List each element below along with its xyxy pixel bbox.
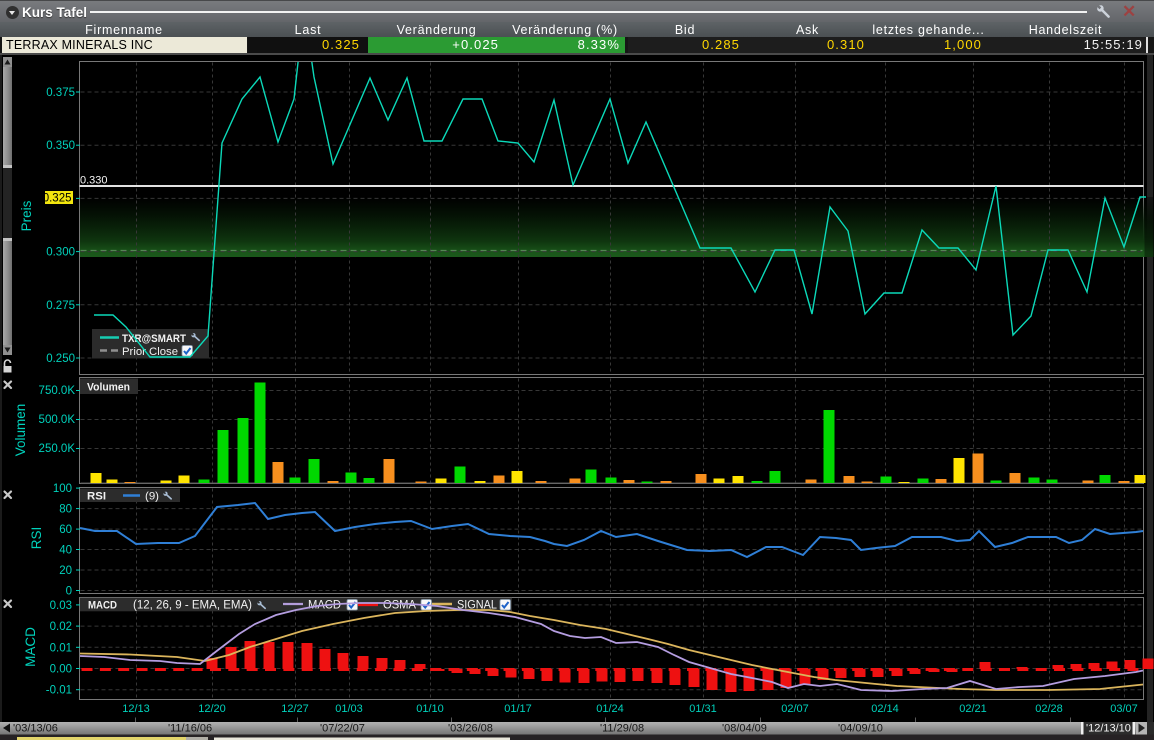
svg-text:60: 60 (59, 524, 72, 536)
svg-text:OSMA: OSMA (383, 600, 416, 612)
svg-text:(12, 26, 9 - EMA, EMA): (12, 26, 9 - EMA, EMA) (133, 600, 252, 612)
svg-text:01/17: 01/17 (504, 703, 532, 715)
svg-text:0.01: 0.01 (50, 642, 72, 654)
svg-text:02/28: 02/28 (1035, 703, 1063, 715)
svg-text:02/07: 02/07 (781, 703, 809, 715)
svg-text:12/20: 12/20 (198, 703, 226, 715)
svg-text:12/27: 12/27 (281, 703, 309, 715)
svg-text:500.0K: 500.0K (39, 414, 76, 426)
svg-text:100: 100 (53, 483, 72, 495)
svg-text:01/03: 01/03 (335, 703, 363, 715)
svg-text:0.250: 0.250 (46, 353, 75, 365)
svg-text:0.325: 0.325 (43, 193, 72, 205)
svg-text:01/31: 01/31 (689, 703, 717, 715)
svg-text:0.330: 0.330 (80, 175, 108, 187)
svg-text:03/07: 03/07 (1110, 703, 1138, 715)
svg-text:MACD: MACD (23, 627, 38, 667)
svg-text:'07/22/07: '07/22/07 (320, 723, 365, 735)
svg-text:'08/04/09: '08/04/09 (722, 723, 767, 735)
svg-text:0.02: 0.02 (50, 621, 72, 633)
svg-text:'11/16/06: '11/16/06 (168, 723, 212, 735)
svg-text:'12/13/10: '12/13/10 (1086, 723, 1131, 735)
svg-text:'03/13/06: '03/13/06 (13, 723, 58, 735)
svg-text:12/13: 12/13 (122, 703, 150, 715)
svg-text:750.0K: 750.0K (39, 385, 76, 397)
svg-text:(9): (9) (145, 491, 159, 503)
svg-text:RSI: RSI (87, 491, 106, 503)
svg-text:0.300: 0.300 (46, 247, 75, 259)
svg-text:80: 80 (59, 504, 72, 516)
svg-text:MACD: MACD (88, 600, 117, 612)
svg-text:'04/09/10: '04/09/10 (838, 723, 883, 735)
svg-text:0.00: 0.00 (50, 664, 72, 676)
svg-text:Volumen: Volumen (87, 382, 130, 394)
svg-text:RSI: RSI (29, 527, 44, 550)
svg-text:40: 40 (59, 545, 72, 557)
svg-text:0.275: 0.275 (46, 300, 75, 312)
svg-text:0.350: 0.350 (46, 140, 75, 152)
svg-text:0.03: 0.03 (50, 600, 72, 612)
svg-text:Preis: Preis (19, 200, 34, 231)
svg-text:01/10: 01/10 (416, 703, 444, 715)
svg-text:250.0K: 250.0K (39, 443, 76, 455)
svg-text:0.375: 0.375 (46, 87, 75, 99)
svg-text:02/14: 02/14 (871, 703, 899, 715)
svg-text:'03/26/08: '03/26/08 (448, 723, 493, 735)
svg-text:02/21: 02/21 (959, 703, 987, 715)
svg-text:20: 20 (59, 565, 72, 577)
svg-text:01/24: 01/24 (596, 703, 624, 715)
svg-text:-0.01: -0.01 (46, 685, 72, 697)
svg-text:0: 0 (66, 586, 72, 598)
svg-text:'11/29/08: '11/29/08 (600, 723, 644, 735)
svg-text:Volumen: Volumen (13, 404, 28, 457)
